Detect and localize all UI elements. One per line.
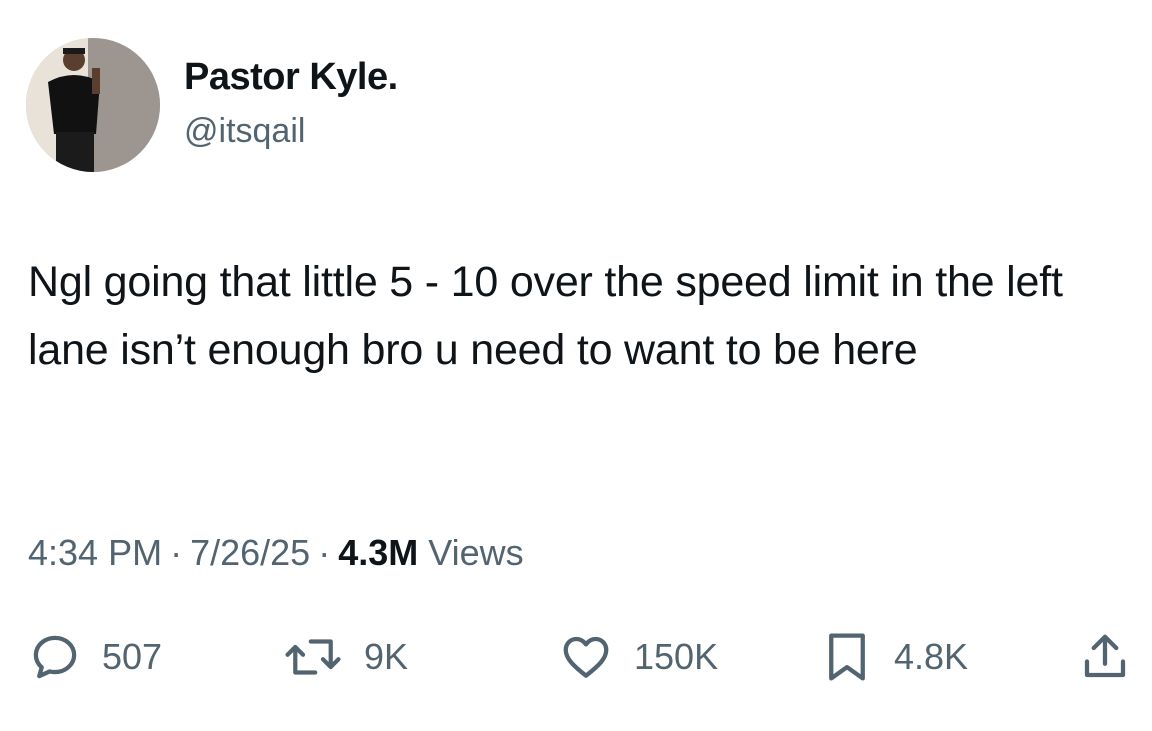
share-button[interactable] <box>1078 622 1132 692</box>
repost-icon <box>285 639 341 675</box>
tweet-date[interactable]: 7/26/25 <box>190 532 310 573</box>
reply-button[interactable]: 507 <box>28 622 162 692</box>
bookmark-button[interactable]: 4.8K <box>820 622 968 692</box>
tweet-time[interactable]: 4:34 PM <box>28 532 162 573</box>
reply-icon <box>33 635 77 679</box>
repost-button[interactable]: 9K <box>282 622 408 692</box>
meta-separator: · <box>170 532 183 573</box>
heart-icon <box>563 636 609 678</box>
author-handle[interactable]: @itsqail <box>184 112 305 151</box>
like-button[interactable]: 150K <box>558 622 718 692</box>
share-icon <box>1084 634 1126 678</box>
bookmark-count: 4.8K <box>894 636 969 677</box>
like-count: 150K <box>634 636 719 677</box>
tweet-meta: 4:34 PM · 7/26/25 · 4.3M Views <box>28 532 524 574</box>
views-label: Views <box>428 532 524 573</box>
author-display-name[interactable]: Pastor Kyle. <box>184 56 398 99</box>
tweet-text: Ngl going that little 5 - 10 over the sp… <box>28 258 1063 374</box>
repost-count: 9K <box>364 636 409 677</box>
avatar-photo <box>26 38 160 172</box>
avatar[interactable] <box>26 38 160 172</box>
meta-separator: · <box>318 532 331 573</box>
reply-count: 507 <box>102 636 163 677</box>
views-count: 4.3M <box>338 532 419 573</box>
action-bar: 507 9K 150K 4.8K <box>0 622 1152 692</box>
bookmark-icon <box>829 633 865 681</box>
